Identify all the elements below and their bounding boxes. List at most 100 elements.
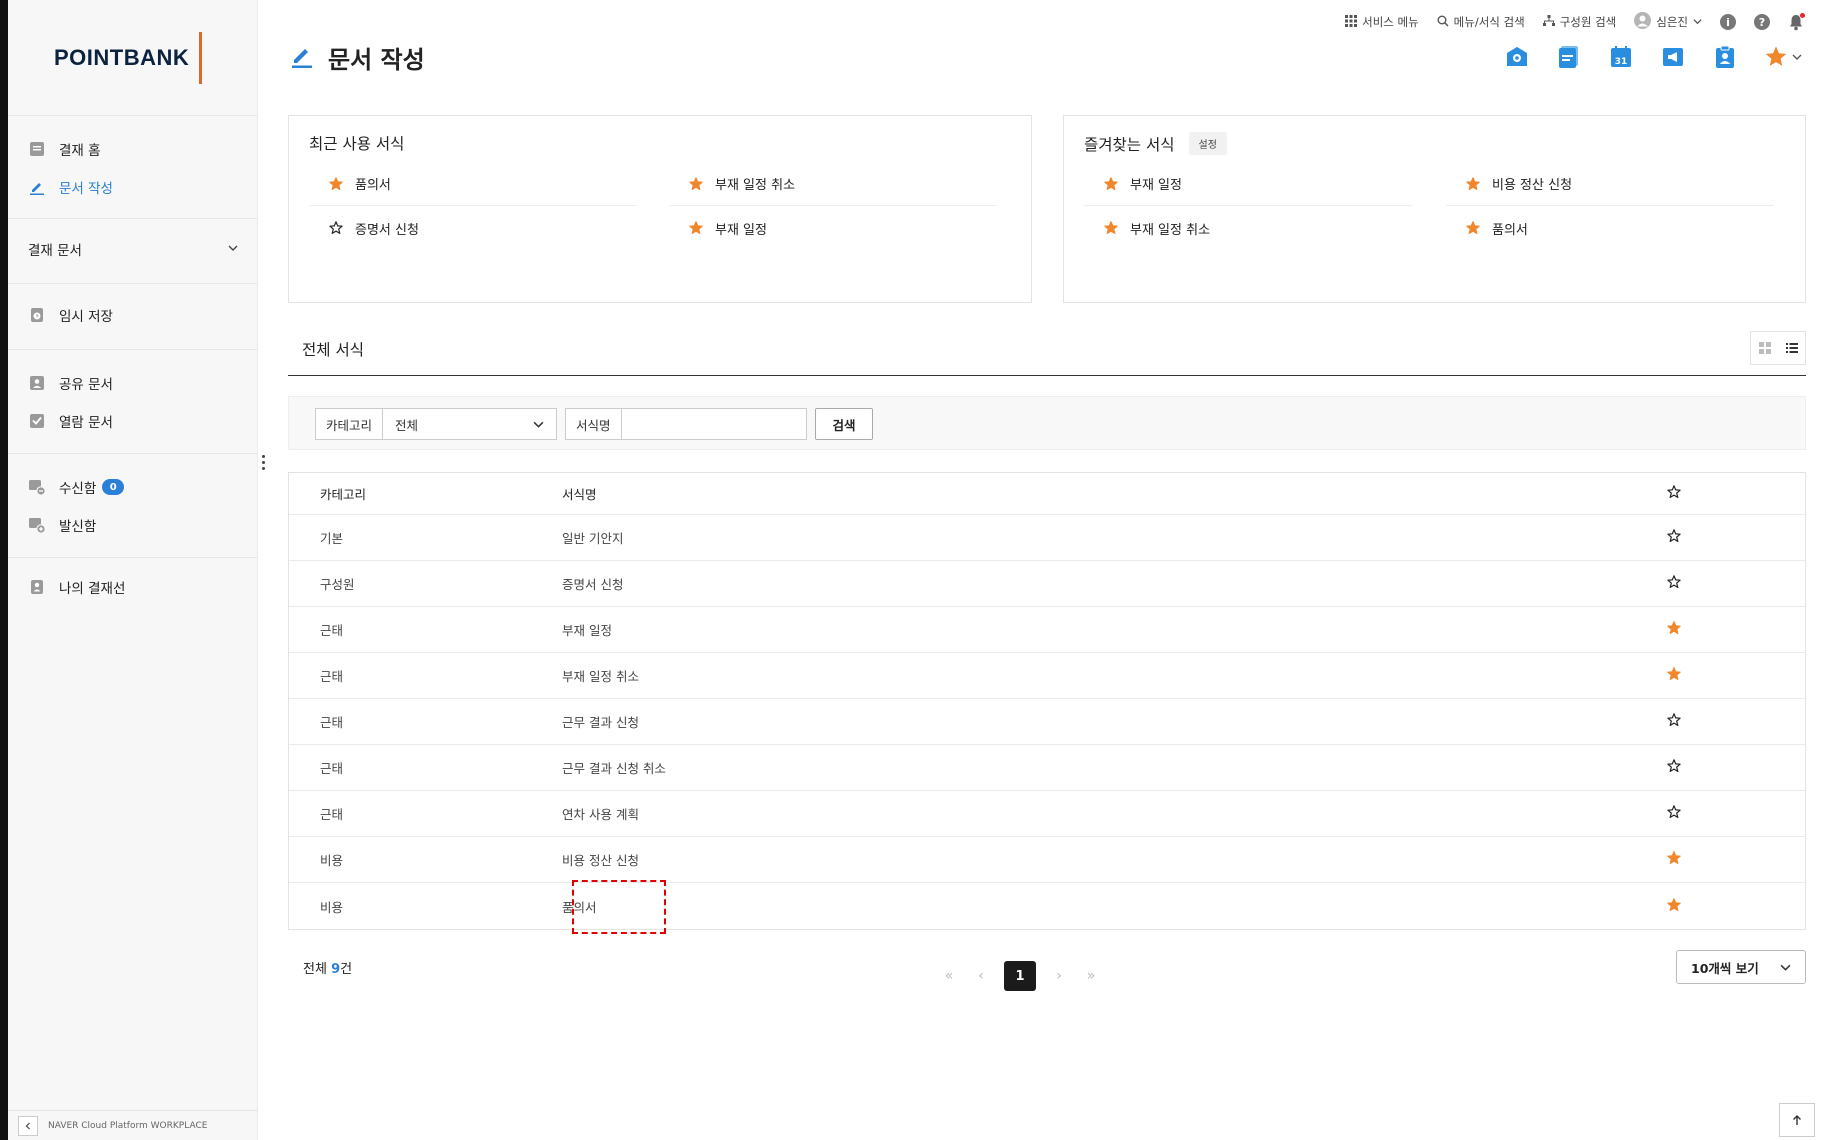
sidebar-resize-handle[interactable]: [259, 455, 267, 475]
total-count: 전체 9건: [303, 958, 352, 977]
favorites-menu-button[interactable]: [1764, 44, 1804, 70]
cell-form-name[interactable]: 일반 기안지: [562, 528, 1657, 547]
cell-category: 근태: [320, 761, 344, 776]
chevron-down-icon: [1693, 15, 1702, 29]
cell-form-name[interactable]: 비용 정산 신청: [562, 850, 1657, 869]
favorite-form-item[interactable]: 부재 일정 취소: [1084, 206, 1412, 250]
mail-app-icon[interactable]: [1504, 44, 1530, 70]
favorite-forms-header: 즐겨찾는 서식 설정: [1084, 132, 1227, 155]
prev-page-button[interactable]: ‹: [972, 961, 990, 991]
table-row[interactable]: 비용 품의서: [289, 883, 1805, 929]
table-row[interactable]: 근태 부재 일정 취소: [289, 653, 1805, 699]
cell-category: 근태: [320, 715, 344, 730]
calendar-app-icon[interactable]: 31: [1608, 44, 1634, 70]
star-icon[interactable]: [1667, 667, 1681, 684]
cell-form-name[interactable]: 근무 결과 신청 취소: [562, 758, 1657, 777]
recent-form-item[interactable]: 품의서: [309, 162, 637, 206]
favorite-form-label: 부재 일정: [1130, 178, 1182, 193]
column-header-category[interactable]: 카테고리: [289, 484, 562, 503]
member-search-button[interactable]: 구성원 검색: [1542, 14, 1616, 30]
service-menu-button[interactable]: 서비스 메뉴: [1345, 14, 1419, 30]
sidebar-item-outbox[interactable]: 발신함: [8, 506, 258, 544]
star-icon[interactable]: [1104, 176, 1118, 191]
star-icon[interactable]: [1667, 805, 1681, 822]
grid-view-icon[interactable]: [1758, 339, 1771, 358]
next-page-button[interactable]: ›: [1050, 961, 1068, 991]
user-menu[interactable]: 심은진: [1634, 12, 1702, 32]
column-header-name[interactable]: 서식명: [562, 484, 1657, 503]
nav-group-shared: 공유 문서 열람 문서: [8, 349, 258, 453]
star-icon[interactable]: [1667, 851, 1681, 868]
menu-search-button[interactable]: 메뉴/서식 검색: [1437, 14, 1525, 30]
sidebar-item-my-approval-line[interactable]: 나의 결재선: [8, 568, 258, 606]
cell-form-name[interactable]: 증명서 신청: [562, 574, 1657, 593]
org-chart-icon: [1542, 14, 1555, 30]
favorite-form-item[interactable]: 비용 정산 신청: [1446, 162, 1774, 206]
sidebar-item-label: 수신함: [59, 481, 97, 497]
star-icon[interactable]: [1667, 575, 1681, 592]
favorite-form-item[interactable]: 부재 일정: [1084, 162, 1412, 206]
favorite-form-item[interactable]: 품의서: [1446, 206, 1774, 250]
star-icon[interactable]: [689, 221, 703, 235]
recent-form-label: 품의서: [355, 178, 391, 193]
per-page-label: 10개씩 보기: [1691, 960, 1759, 976]
favorites-settings-button[interactable]: 설정: [1188, 132, 1227, 155]
sidebar-item-approval-home[interactable]: 결재 홈: [8, 130, 258, 168]
star-icon[interactable]: [1667, 621, 1681, 638]
cell-form-name[interactable]: 근무 결과 신청: [562, 712, 1657, 731]
recent-form-label: 증명서 신청: [355, 222, 419, 238]
star-icon[interactable]: [1667, 529, 1681, 546]
table-row[interactable]: 구성원 증명서 신청: [289, 561, 1805, 607]
star-icon[interactable]: [1466, 176, 1480, 191]
sidebar-item-inbox[interactable]: 수신함 0: [8, 468, 258, 506]
recent-form-item[interactable]: 부재 일정 취소: [669, 162, 997, 206]
sidebar-item-temp-save[interactable]: 임시 저장: [8, 296, 258, 334]
star-icon[interactable]: [1104, 221, 1118, 235]
category-select[interactable]: 카테고리 전체: [315, 408, 557, 440]
list-view-icon[interactable]: [1785, 339, 1798, 358]
sidebar-item-write-document[interactable]: 문서 작성: [8, 168, 258, 206]
search-button[interactable]: 검색: [815, 408, 873, 440]
table-row[interactable]: 근태 근무 결과 신청 취소: [289, 745, 1805, 791]
sidebar-item-label: 결재 홈: [59, 143, 101, 159]
bell-icon[interactable]: [1788, 12, 1805, 31]
notice-app-icon[interactable]: [1660, 44, 1686, 70]
outbox-icon: [28, 516, 46, 534]
sidebar-section-approval-docs[interactable]: 결재 문서: [8, 229, 258, 269]
table-row[interactable]: 근태 부재 일정: [289, 607, 1805, 653]
table-row[interactable]: 근태 근무 결과 신청: [289, 699, 1805, 745]
current-page-button[interactable]: 1: [1004, 961, 1036, 991]
table-row[interactable]: 비용 비용 정산 신청: [289, 837, 1805, 883]
cell-form-name[interactable]: 연차 사용 계획: [562, 804, 1657, 823]
collapse-sidebar-button[interactable]: [18, 1115, 38, 1136]
star-icon[interactable]: [1667, 897, 1681, 915]
star-icon[interactable]: [329, 176, 343, 191]
sidebar: POINTBANK 결재 홈 문서 작성 결재 문서 임시 저장 공유 문서 열…: [8, 0, 258, 1140]
table-row[interactable]: 기본 일반 기안지: [289, 515, 1805, 561]
logo[interactable]: POINTBANK: [54, 32, 203, 84]
per-page-select[interactable]: 10개씩 보기: [1676, 950, 1806, 984]
cell-form-name[interactable]: 부재 일정: [562, 620, 1657, 639]
recent-form-item[interactable]: 부재 일정: [669, 206, 997, 250]
pencil-icon: [290, 43, 314, 73]
star-icon[interactable]: [1667, 485, 1681, 502]
service-menu-label: 서비스 메뉴: [1362, 15, 1419, 29]
table-row[interactable]: 근태 연차 사용 계획: [289, 791, 1805, 837]
star-icon[interactable]: [329, 221, 343, 235]
cell-form-name[interactable]: 품의서: [562, 897, 1657, 916]
star-icon[interactable]: [1466, 221, 1480, 235]
help-icon[interactable]: ?: [1754, 14, 1770, 30]
info-icon[interactable]: i: [1720, 14, 1736, 30]
cell-form-name[interactable]: 부재 일정 취소: [562, 666, 1657, 685]
star-icon[interactable]: [1667, 759, 1681, 776]
recent-form-item[interactable]: 증명서 신청: [309, 206, 637, 250]
sidebar-item-viewed-docs[interactable]: 열람 문서: [8, 402, 258, 440]
star-icon[interactable]: [1667, 713, 1681, 730]
sidebar-item-shared-docs[interactable]: 공유 문서: [8, 364, 258, 402]
last-page-button[interactable]: »: [1082, 961, 1100, 991]
contacts-app-icon[interactable]: [1712, 44, 1738, 70]
board-app-icon[interactable]: [1556, 44, 1582, 70]
star-icon[interactable]: [689, 176, 703, 191]
scroll-to-top-button[interactable]: [1779, 1103, 1815, 1137]
first-page-button[interactable]: «: [940, 961, 958, 991]
